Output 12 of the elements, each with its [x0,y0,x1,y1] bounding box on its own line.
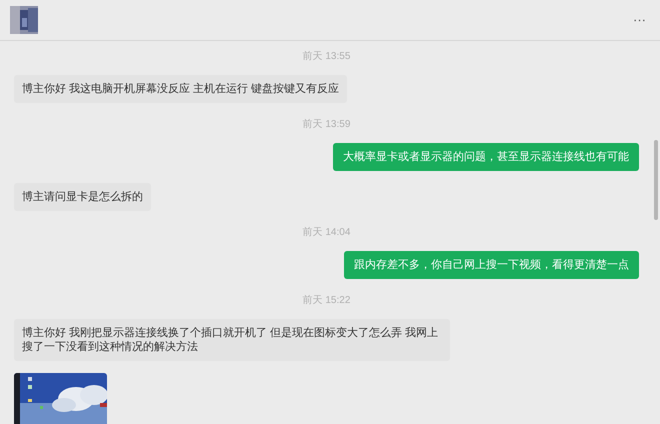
scrollbar[interactable] [654,140,658,220]
timestamp: 前天 15:22 [302,295,350,307]
message-bubble: 大概率显卡或者显示器的问题，甚至显示器连接线也有可能 [333,143,639,171]
message-bubble: 博主你好 我刚把显示器连接线换了个插口就开机了 但是现在图标变大了怎么弄 我网上搜了一下没看到这种情况的解决方法 [14,319,450,361]
message-bubble: 跟内存差不多，你自己网上搜一下视频，看得更清楚一点 [344,251,639,279]
timestamp: 前天 13:55 [302,51,350,63]
more-button[interactable]: ··· [633,10,650,30]
message-bubble: 博主你好 我这电脑开机屏幕没反应 主机在运行 键盘按键又有反应 [14,75,348,103]
timestamp: 前天 14:04 [302,227,350,239]
avatar[interactable] [10,6,38,34]
message-bubble: 博主请问显卡是怎么拆的 [14,183,151,211]
timestamp: 前天 13:59 [302,119,350,131]
